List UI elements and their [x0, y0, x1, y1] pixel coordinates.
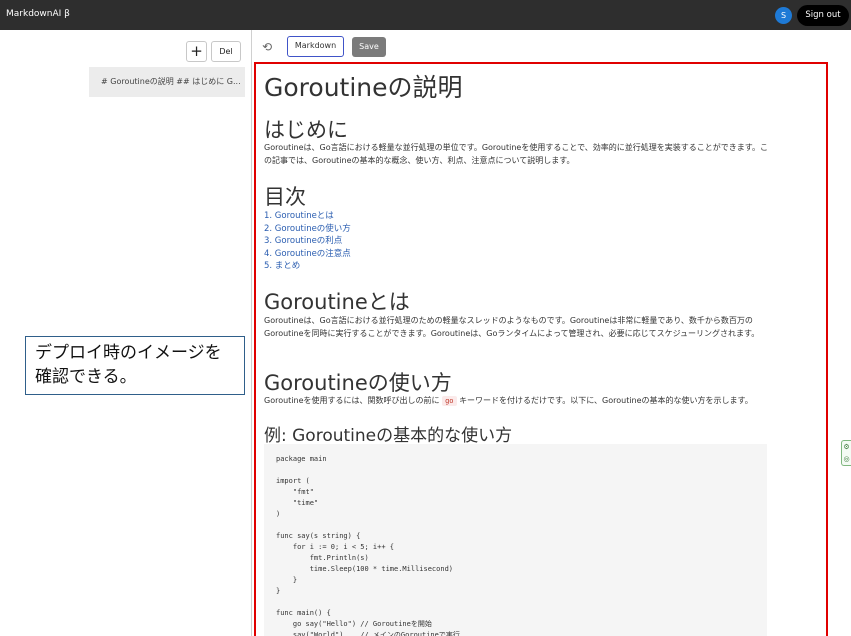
save-button[interactable]: Save [352, 37, 386, 57]
section2-text-before: Goroutineを使用するには、関数呼び出しの前に [264, 396, 440, 405]
toc-link-1[interactable]: 1. Goroutineとは [264, 210, 351, 223]
section1-text: Goroutineは、Go言語における並行処理のための軽量なスレッドのようなもの… [264, 316, 760, 338]
app-title: MarkdownAI β [6, 9, 70, 19]
example-heading: 例: Goroutineの基本的な使い方 [264, 426, 513, 446]
markdown-button[interactable]: Markdown [287, 36, 344, 57]
section2-text: Goroutineを使用するには、関数呼び出しの前に go キーワードを付けるだ… [264, 395, 769, 408]
section1-heading: Goroutineとは [264, 290, 410, 314]
document-sidebar: + Del # Goroutineの説明 ## はじめに G... [0, 30, 252, 636]
table-of-contents: 1. Goroutineとは 2. Goroutineの使い方 3. Gorou… [264, 210, 351, 273]
toc-link-2[interactable]: 2. Goroutineの使い方 [264, 223, 351, 236]
code-block: package main import ( "fmt" "time" ) fun… [264, 444, 767, 636]
inline-code-go: go [442, 396, 457, 406]
toc-link-3[interactable]: 3. Goroutineの利点 [264, 235, 351, 248]
section2-text-after: キーワードを付けるだけです。以下に、Goroutineの基本的な使い方を示します… [459, 396, 753, 405]
intro-heading: はじめに [264, 118, 348, 142]
toc-link-4[interactable]: 4. Goroutineの注意点 [264, 248, 351, 261]
document-list-item[interactable]: # Goroutineの説明 ## はじめに G... [89, 67, 245, 97]
extension-widget[interactable]: ⚙ ◎ [841, 440, 851, 466]
undo-icon[interactable]: ⟲ [262, 40, 272, 54]
top-bar: MarkdownAI β S Sign out [0, 0, 851, 30]
section2-heading: Goroutineの使い方 [264, 371, 452, 395]
delete-document-button[interactable]: Del [211, 41, 241, 62]
toc-heading: 目次 [264, 185, 306, 209]
markdown-preview[interactable]: Goroutineの説明 はじめに Goroutineは、Go言語における軽量な… [254, 62, 828, 636]
intro-text: Goroutineは、Go言語における軽量な並行処理の単位です。Goroutin… [264, 143, 768, 165]
toc-link-5[interactable]: 5. まとめ [264, 260, 351, 273]
user-avatar[interactable]: S [775, 7, 792, 24]
add-document-button[interactable]: + [186, 41, 207, 62]
preview-title: Goroutineの説明 [264, 73, 463, 102]
sign-out-button[interactable]: Sign out [797, 5, 849, 26]
annotation-callout: デプロイ時のイメージを確認できる。 [25, 336, 245, 395]
gear-icon: ⚙ [843, 443, 850, 451]
extension-icon: ◎ [843, 455, 850, 463]
